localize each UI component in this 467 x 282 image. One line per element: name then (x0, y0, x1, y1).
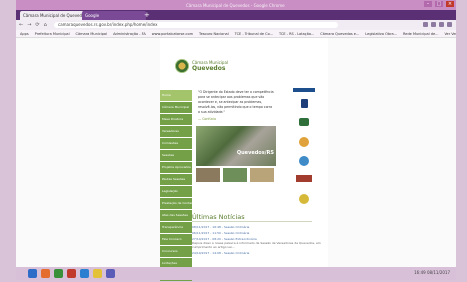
quote-block: "O Dirigente do Estado deve ter a compet… (198, 90, 274, 122)
photo-label: Quevedos/RS (236, 150, 274, 156)
taskbar-app-icon[interactable] (67, 269, 76, 278)
nav-item[interactable]: Câmara Municipal (160, 102, 192, 113)
news-title: Sessão Ordinária (223, 251, 250, 255)
extension-icon[interactable] (431, 22, 436, 27)
bookmark-item[interactable]: Ver Vereadores (444, 30, 456, 37)
tab-label: Google (85, 13, 100, 18)
nav-item[interactable]: Atas das Sessões (160, 210, 192, 221)
tab-google[interactable]: Google (82, 11, 146, 20)
news-excerpt: Depois disso a nossa palavra é informado… (192, 241, 321, 249)
minimize-button[interactable]: – (424, 1, 432, 7)
bookmark-item[interactable]: Legislativo Obra... (365, 30, 397, 37)
partner-logo[interactable] (293, 156, 315, 168)
clock-time: 16:49 (414, 270, 426, 275)
nav-item[interactable]: Vereadores (160, 126, 192, 137)
nav-item[interactable]: Projetos Aprovados (160, 162, 192, 173)
start-icon[interactable] (28, 269, 37, 278)
logo-name: Quevedos (192, 65, 226, 72)
news-heading: Últimas Notícias (192, 213, 245, 221)
news-item[interactable]: 27/10/2017 - 08:20 - Sessão Extraordinár… (192, 237, 322, 249)
nav-item[interactable]: Sessões (160, 150, 192, 161)
taskbar-app-icon[interactable] (54, 269, 63, 278)
bookmark-item[interactable]: Apps (20, 30, 29, 37)
menu-icon[interactable] (447, 22, 452, 27)
new-tab-button[interactable]: + (144, 12, 150, 19)
news-item[interactable]: 08/11/2017 - 16:48 - Sessão Ordinária (192, 225, 322, 229)
back-icon[interactable]: ← (19, 22, 23, 28)
news-date: 06/11/2017 - 11:50 (192, 231, 221, 235)
home-icon[interactable]: ⌂ (44, 22, 47, 28)
thumbnail-image[interactable] (250, 168, 274, 182)
bookmark-item[interactable]: Tesouro Nacional (199, 30, 229, 37)
partner-logo[interactable] (293, 175, 315, 187)
maximize-button[interactable]: □ (435, 1, 443, 7)
news-date: 08/11/2017 - 16:48 (192, 225, 221, 229)
news-date: 24/10/2017 - 14:08 (192, 251, 221, 255)
extension-icon[interactable] (439, 22, 444, 27)
municipal-seal-icon (175, 59, 189, 73)
browser-window: Câmara Municipal de Quevedos - Google Ch… (16, 0, 456, 281)
site-container: Câmara Municipal Quevedos Home Câmara Mun… (160, 38, 328, 281)
news-item[interactable]: 06/11/2017 - 11:50 - Sessão Ordinária (192, 231, 322, 235)
nav-item[interactable]: Home (160, 90, 192, 101)
partner-logo[interactable] (293, 137, 315, 149)
city-photo: Quevedos/RS (196, 126, 276, 166)
thumbnail-image[interactable] (196, 168, 220, 182)
news-title: Sessão Ordinária (223, 231, 250, 235)
partner-logo[interactable] (293, 118, 315, 130)
nav-item[interactable]: Pautas Sessões (160, 174, 192, 185)
thumbnail-image[interactable] (223, 168, 247, 182)
nav-item[interactable]: Concursos (160, 246, 192, 257)
taskbar-app-icon[interactable] (41, 269, 50, 278)
system-tray: 16:49 08/11/2017 (414, 270, 450, 275)
url-input[interactable]: camaraquevedos.rs.gov.br/index.php/home/… (54, 22, 338, 28)
nav-item[interactable]: Legislação (160, 186, 192, 197)
site-nav: Home Câmara Municipal Mesa Diretora Vereado… (160, 90, 192, 282)
partner-banner[interactable] (293, 88, 315, 92)
news-item[interactable]: 24/10/2017 - 14:08 - Sessão Ordinária (192, 251, 322, 255)
tab-camara[interactable]: Câmara Municipal de Quevedos - Rio Grand… (20, 11, 127, 20)
star-icon[interactable] (423, 22, 428, 27)
bookmark-item[interactable]: www.portalcatarse.com (152, 30, 193, 37)
site-logo[interactable]: Câmara Municipal Quevedos (175, 56, 245, 76)
window-titlebar: Câmara Municipal de Quevedos - Google Ch… (16, 0, 456, 10)
nav-item[interactable]: Comissões (160, 138, 192, 149)
close-button[interactable]: × (446, 1, 454, 7)
nav-item[interactable]: Fale Conosco (160, 234, 192, 245)
nav-item[interactable]: Mesa Diretora (160, 114, 192, 125)
bookmark-item[interactable]: Prefeitura Municipal (35, 30, 70, 37)
bookmark-item[interactable]: TCE - RS - Lotação... (279, 30, 314, 37)
nav-item[interactable]: Prestação de Contas (160, 198, 192, 209)
bookmark-item[interactable]: Rede Municipal de... (403, 30, 438, 37)
partner-links (290, 88, 318, 206)
divider (192, 221, 312, 222)
clock-date: 08/11/2017 (426, 270, 450, 275)
tab-strip: Câmara Municipal de Quevedos - Rio Grand… (16, 10, 456, 20)
partner-logo[interactable] (293, 194, 315, 206)
window-title: Câmara Municipal de Quevedos - Google Ch… (186, 3, 285, 8)
bookmarks-bar: Apps Prefeitura Municipal Câmara Municipal… (16, 30, 456, 38)
address-bar: ← → ⟳ ⌂ camaraquevedos.rs.gov.br/index.p… (16, 20, 456, 30)
page-viewport: Câmara Municipal Quevedos Home Câmara Mun… (16, 38, 456, 281)
forward-icon[interactable]: → (27, 22, 31, 28)
bookmark-item[interactable]: Câmara Quevedos e... (320, 30, 359, 37)
taskbar-app-icon[interactable] (80, 269, 89, 278)
bookmark-item[interactable]: TCE - Tribunal de Co... (235, 30, 273, 37)
news-list: 08/11/2017 - 16:48 - Sessão Ordinária 06/… (192, 225, 322, 257)
partner-logo[interactable] (293, 99, 315, 111)
chrome-icon[interactable] (93, 269, 102, 278)
taskbar-app-icon[interactable] (106, 269, 115, 278)
nav-item[interactable]: Transparência (160, 222, 192, 233)
bookmark-item[interactable]: Administração - FA (113, 30, 146, 37)
quote-signature: — Confúcio (198, 117, 217, 121)
reload-icon[interactable]: ⟳ (35, 22, 39, 28)
bookmark-item[interactable]: Câmara Municipal (76, 30, 108, 37)
quote-text: "O Dirigente do Estado deve ter a compet… (198, 90, 274, 114)
news-title: Sessão Ordinária (223, 225, 250, 229)
taskbar: 16:49 08/11/2017 (16, 267, 456, 280)
